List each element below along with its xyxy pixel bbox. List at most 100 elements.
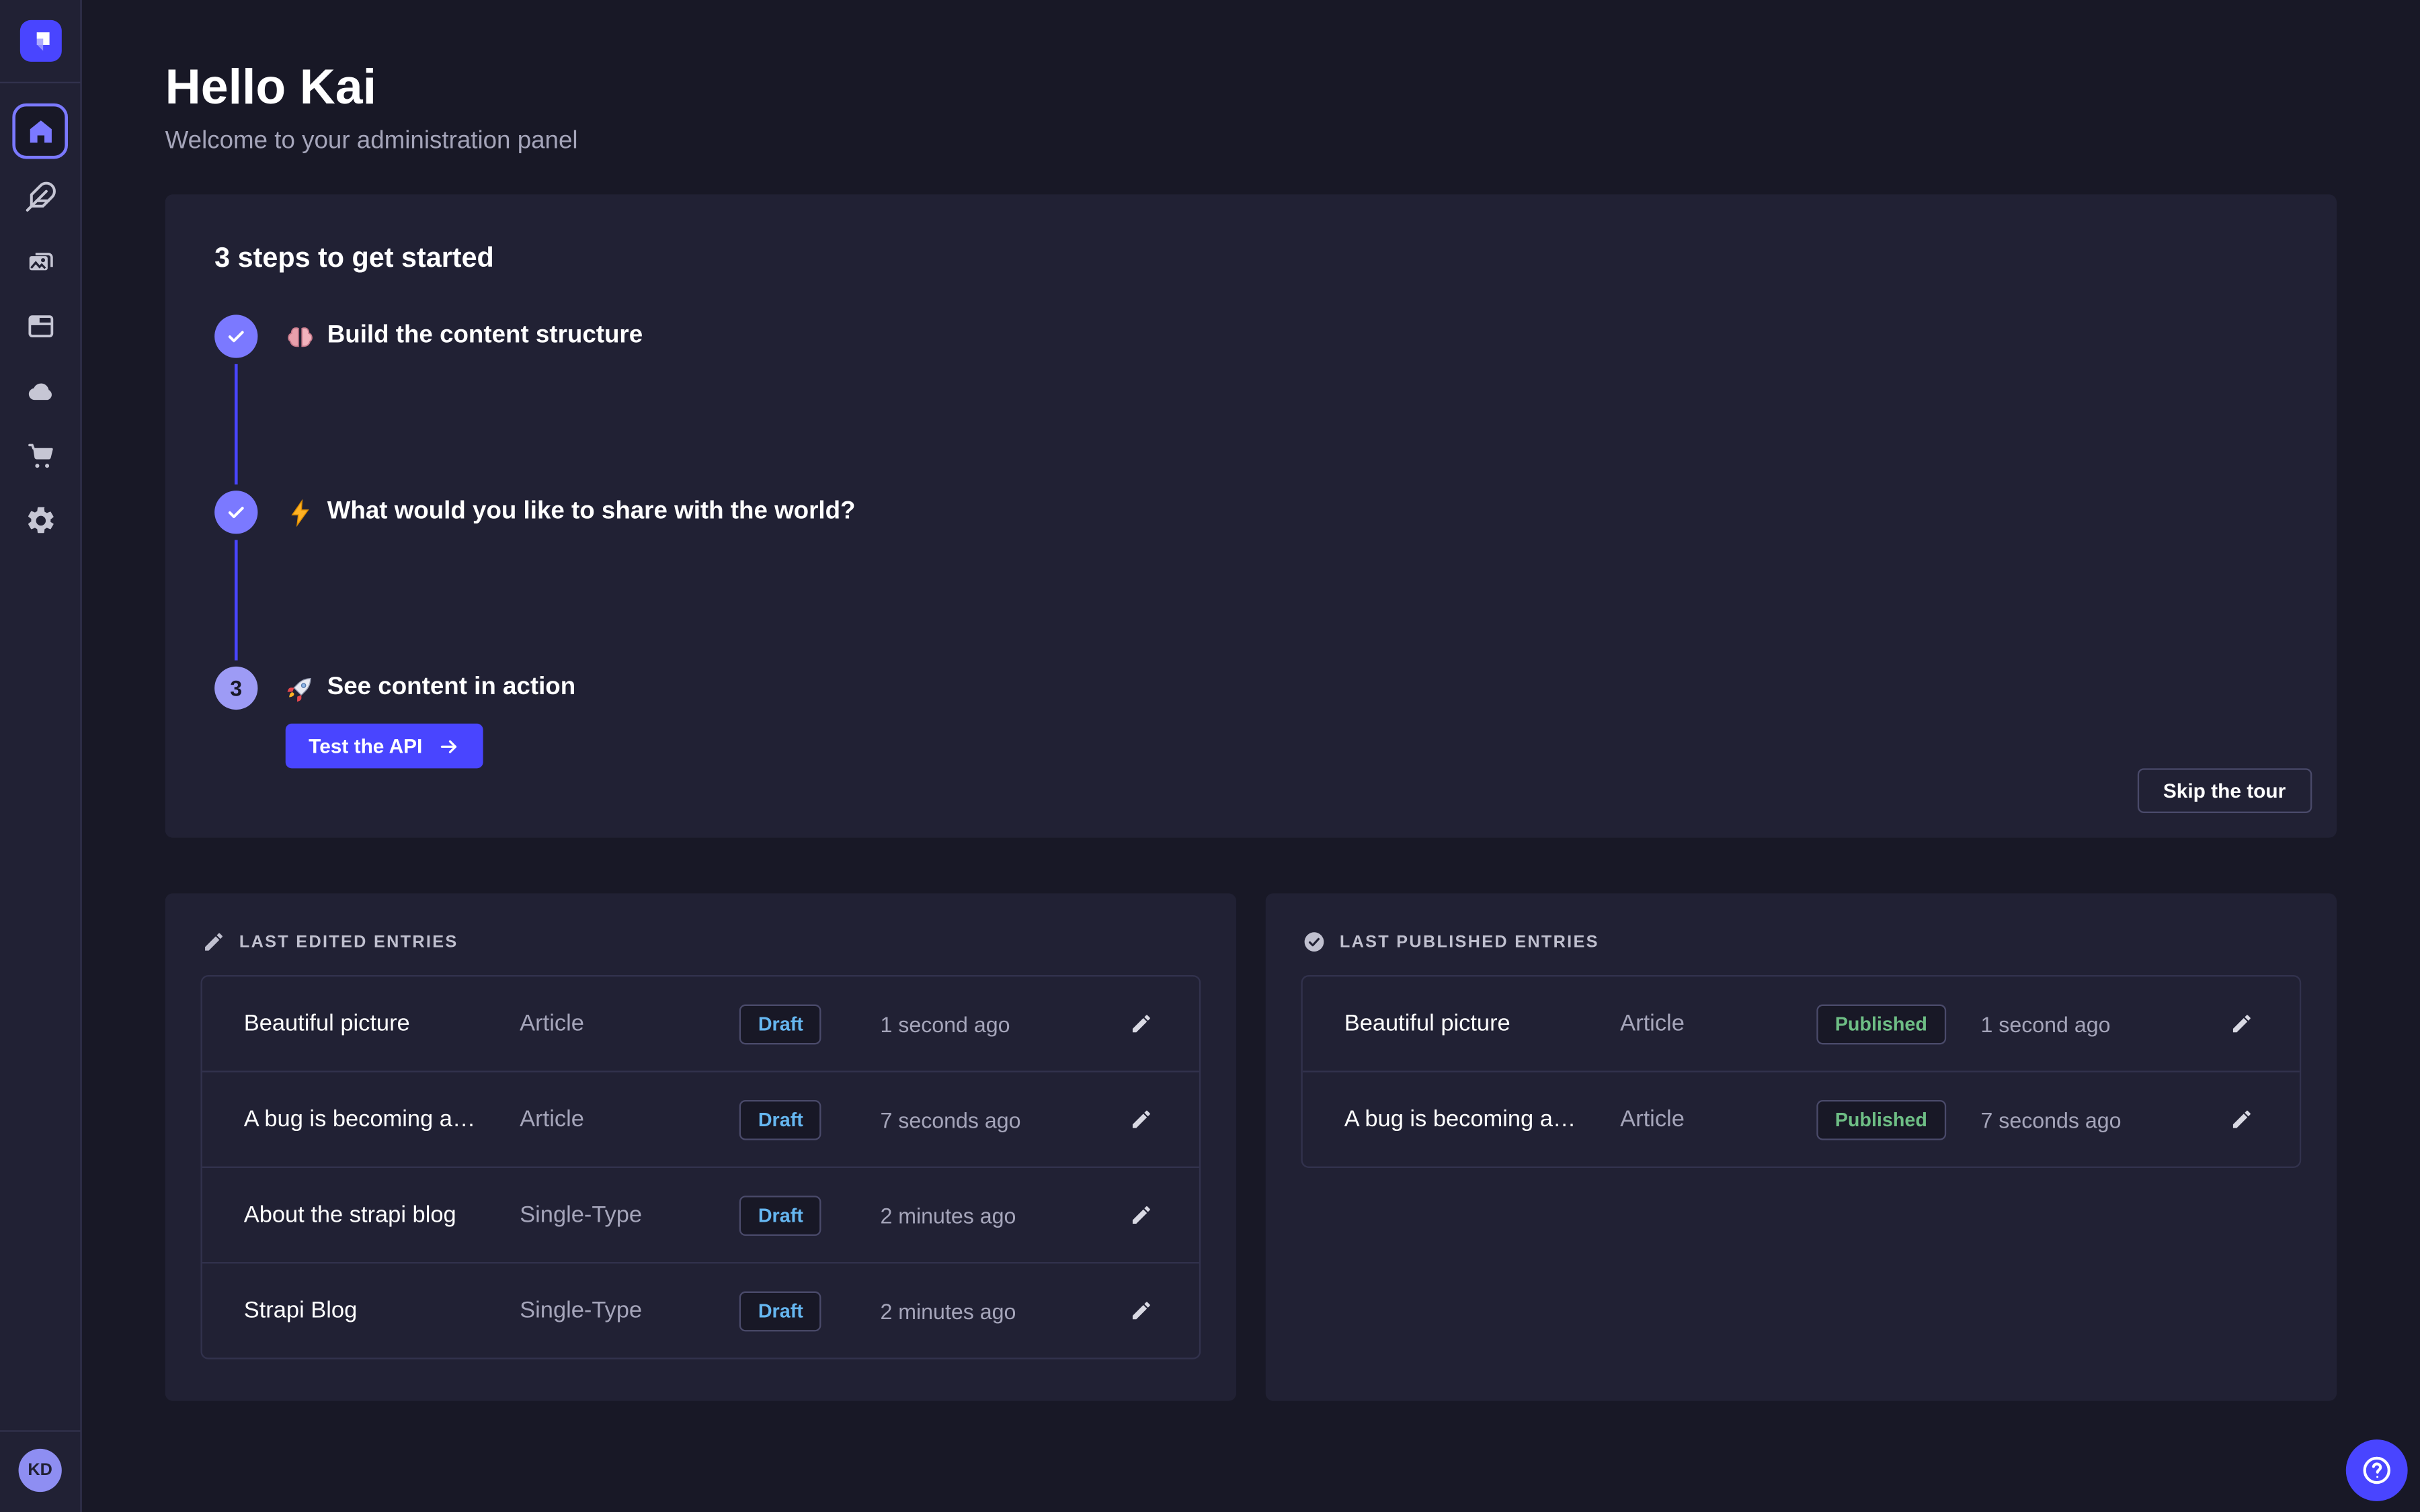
status-badge: Draft <box>739 1195 821 1235</box>
last-published-card: LAST PUBLISHED ENTRIES Beautiful picture… <box>1266 893 2337 1400</box>
entry-title: A bug is becoming a… <box>1344 1106 1620 1132</box>
last-edited-card: LAST EDITED ENTRIES Beautiful picture Ar… <box>165 893 1236 1400</box>
sidebar-divider-bottom <box>0 1430 80 1431</box>
edit-entry-button[interactable] <box>2220 1098 2262 1141</box>
onboarding-card: 3 steps to get started Build the content… <box>165 194 2337 837</box>
step-label: Build the content structure <box>286 322 643 351</box>
entry-title: Strapi Blog <box>244 1298 520 1324</box>
entry-time: 7 seconds ago <box>1980 1107 2220 1132</box>
entry-time: 2 minutes ago <box>880 1298 1120 1323</box>
media-library-icon <box>24 245 56 277</box>
step-label: What would you like to share with the wo… <box>286 497 856 527</box>
status-badge-wrap: Draft <box>702 1195 858 1235</box>
strapi-logo[interactable] <box>19 20 61 62</box>
sidebar-item-settings[interactable] <box>12 492 68 548</box>
sidebar-item-media-library[interactable] <box>12 233 68 289</box>
edit-entry-button[interactable] <box>1120 1289 1162 1332</box>
step-label: See content in action <box>286 673 575 703</box>
status-badge-wrap: Draft <box>702 1291 858 1331</box>
edit-entry-button[interactable] <box>1120 1002 1162 1045</box>
step-text: See content in action <box>327 674 575 702</box>
onboarding-step-2: What would you like to share with the wo… <box>214 491 2287 534</box>
strapi-logo-icon <box>22 23 58 58</box>
check-circle-icon <box>1303 930 1326 953</box>
last-published-table: Beautiful picture Article Published 1 se… <box>1301 975 2301 1168</box>
cloud-icon <box>24 374 56 407</box>
entry-title: Beautiful picture <box>244 1011 520 1037</box>
skip-tour-button[interactable]: Skip the tour <box>2137 768 2312 813</box>
check-icon <box>225 501 247 523</box>
entry-time: 2 minutes ago <box>880 1203 1120 1228</box>
status-badge: Published <box>1816 1003 1945 1044</box>
table-row: A bug is becoming a… Article Published 7… <box>1303 1070 2300 1166</box>
sidebar-item-marketplace[interactable] <box>12 427 68 483</box>
entry-type: Single-Type <box>520 1298 702 1324</box>
last-edited-table: Beautiful picture Article Draft 1 second… <box>200 975 1201 1359</box>
pencil-icon <box>2230 1012 2253 1035</box>
entry-time: 1 second ago <box>1980 1011 2220 1036</box>
table-row: About the strapi blog Single-Type Draft … <box>202 1167 1199 1262</box>
step-text: What would you like to share with the wo… <box>327 499 856 526</box>
help-button[interactable] <box>2346 1439 2408 1501</box>
app-root: KD Hello Kai Welcome to your administrat… <box>0 0 2420 1512</box>
sidebar-bottom: KD <box>0 1430 80 1512</box>
feather-icon <box>24 179 56 212</box>
status-badge-wrap: Published <box>1803 1099 1959 1140</box>
last-edited-title: LAST EDITED ENTRIES <box>239 933 458 952</box>
status-badge-wrap: Draft <box>702 1003 858 1044</box>
entry-time: 7 seconds ago <box>880 1107 1120 1132</box>
lightning-emoji <box>286 497 315 527</box>
test-api-button[interactable]: Test the API <box>286 724 483 769</box>
entry-type: Article <box>520 1011 702 1037</box>
layout-icon <box>24 309 56 341</box>
step-done-marker <box>214 314 257 358</box>
sidebar: KD <box>0 0 82 1512</box>
status-badge: Draft <box>739 1003 821 1044</box>
cart-icon <box>24 439 56 471</box>
status-badge: Draft <box>739 1291 821 1331</box>
entry-title: Beautiful picture <box>1344 1011 1620 1037</box>
page-title: Hello Kai <box>165 58 2420 114</box>
edit-entry-button[interactable] <box>1120 1098 1162 1141</box>
step-connector <box>235 364 238 485</box>
home-icon <box>24 115 56 147</box>
sidebar-item-home[interactable] <box>12 103 68 159</box>
edit-entry-button[interactable] <box>1120 1193 1162 1236</box>
table-row: Strapi Blog Single-Type Draft 2 minutes … <box>202 1262 1199 1357</box>
sidebar-nav <box>0 83 80 552</box>
last-published-header: LAST PUBLISHED ENTRIES <box>1301 930 2301 953</box>
table-row: Beautiful picture Article Draft 1 second… <box>202 976 1199 1070</box>
pencil-icon <box>2230 1107 2253 1130</box>
entry-time: 1 second ago <box>880 1011 1120 1036</box>
gear-icon <box>24 504 56 536</box>
pencil-icon <box>1129 1299 1152 1322</box>
entry-type: Article <box>1620 1106 1803 1132</box>
entry-title: About the strapi blog <box>244 1202 520 1228</box>
sidebar-item-deploy[interactable] <box>12 363 68 419</box>
edit-entry-button[interactable] <box>2220 1002 2262 1045</box>
user-avatar[interactable]: KD <box>19 1449 62 1492</box>
entry-title: A bug is becoming a… <box>244 1106 520 1132</box>
step-number-marker: 3 <box>214 667 257 710</box>
sidebar-item-content-type-builder[interactable] <box>12 298 68 353</box>
page-subtitle: Welcome to your administration panel <box>165 128 2420 156</box>
rocket-emoji <box>286 673 315 703</box>
check-icon <box>225 325 247 347</box>
brain-emoji <box>286 322 315 351</box>
table-row: Beautiful picture Article Published 1 se… <box>1303 976 2300 1070</box>
pencil-icon <box>1129 1012 1152 1035</box>
table-row: A bug is becoming a… Article Draft 7 sec… <box>202 1070 1199 1166</box>
last-published-title: LAST PUBLISHED ENTRIES <box>1340 933 1599 952</box>
status-badge-wrap: Published <box>1803 1003 1959 1044</box>
status-badge: Draft <box>739 1099 821 1140</box>
main-content: Hello Kai Welcome to your administration… <box>82 0 2420 1512</box>
status-badge: Published <box>1816 1099 1945 1140</box>
last-edited-header: LAST EDITED ENTRIES <box>200 930 1201 953</box>
question-circle-icon <box>2360 1454 2394 1488</box>
pencil-icon <box>1129 1107 1152 1130</box>
entry-type: Article <box>1620 1011 1803 1037</box>
sidebar-item-content-manager[interactable] <box>12 168 68 224</box>
step-text: Build the content structure <box>327 323 643 350</box>
entry-type: Article <box>520 1106 702 1132</box>
onboarding-step-1: Build the content structure <box>214 314 2287 358</box>
